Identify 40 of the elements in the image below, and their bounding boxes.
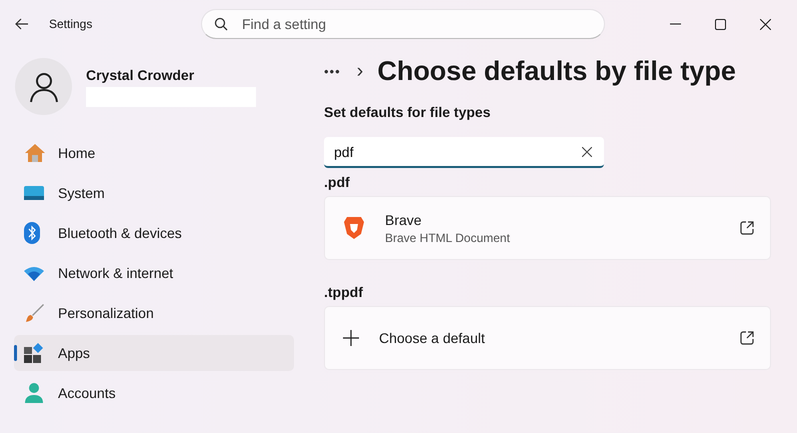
lion-shield-icon: [343, 216, 365, 240]
minimize-icon[interactable]: [670, 23, 681, 25]
wifi-icon: [24, 266, 44, 280]
external-link-icon: [740, 331, 754, 345]
user-name: Crystal Crowder: [86, 66, 196, 82]
external-link-icon: [740, 221, 754, 235]
section-title: Set defaults for file types: [324, 104, 492, 120]
default-app-card[interactable]: Choose a default: [324, 306, 771, 370]
selection-indicator: [14, 345, 17, 361]
back-icon[interactable]: [15, 18, 29, 30]
app-name: Brave: [385, 212, 423, 228]
search-icon: [214, 17, 228, 31]
monitor-icon: [24, 186, 44, 200]
sidebar-item[interactable]: System: [14, 175, 294, 211]
breadcrumb-separator: ›: [356, 60, 364, 82]
bluetooth-icon: [24, 222, 40, 244]
file-extension: .tppdf: [324, 284, 364, 300]
search-field[interactable]: Find a setting: [201, 9, 605, 39]
maximize-icon[interactable]: [715, 18, 726, 30]
sidebar-item[interactable]: Apps: [14, 335, 294, 371]
house-icon: [24, 143, 46, 163]
window-title: Settings: [49, 17, 94, 31]
default-app-card[interactable]: Brave Brave HTML Document: [324, 196, 771, 260]
clear-icon[interactable]: [582, 147, 592, 157]
apps-icon: [24, 343, 44, 363]
close-icon[interactable]: [760, 18, 771, 30]
sidebar-item[interactable]: Personalization: [14, 295, 294, 331]
paintbrush-icon: [24, 303, 44, 323]
sidebar-item[interactable]: Home: [14, 135, 294, 171]
sidebar-item[interactable]: Network & internet: [14, 255, 294, 291]
person-icon: [24, 383, 44, 403]
sidebar-item[interactable]: Bluetooth & devices: [14, 215, 294, 251]
sidebar-item[interactable]: Accounts: [14, 375, 294, 411]
page-title: Choose defaults by file type: [377, 56, 736, 86]
app-name: Choose a default: [379, 330, 486, 346]
filter-field[interactable]: pdf: [324, 137, 604, 168]
more-button[interactable]: •••: [324, 64, 341, 78]
plus-icon: [343, 330, 359, 346]
app-description: Brave HTML Document: [385, 230, 511, 244]
file-extension: .pdf: [324, 174, 351, 190]
